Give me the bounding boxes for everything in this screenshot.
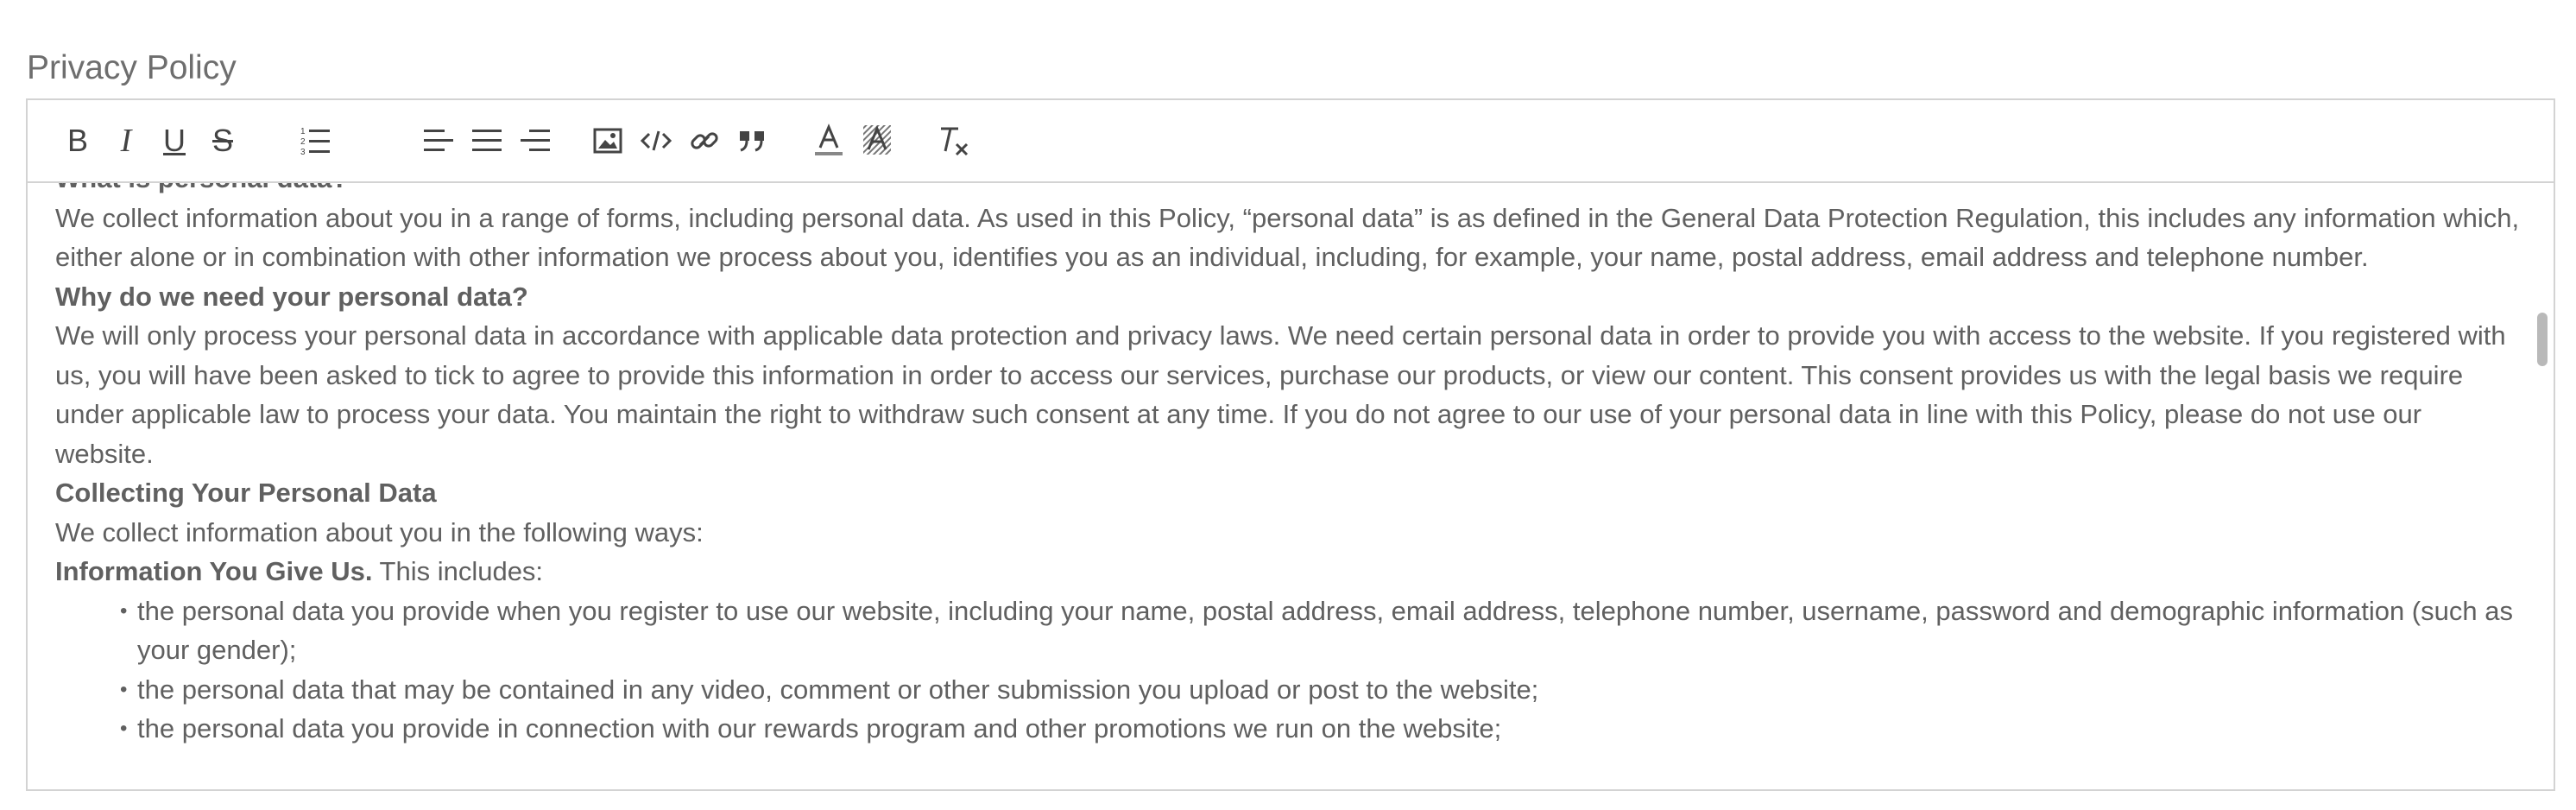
align-right-icon — [521, 130, 550, 151]
code-button[interactable] — [635, 119, 677, 162]
underline-button[interactable]: U — [154, 119, 195, 162]
list-item: the personal data you provide when you r… — [120, 592, 2524, 670]
paragraph: We collect information about you in the … — [55, 516, 704, 547]
text-color-icon — [815, 123, 843, 155]
image-button[interactable] — [587, 119, 628, 162]
strikethrough-button[interactable]: S — [202, 119, 243, 162]
lead-text: This includes: — [372, 556, 544, 586]
svg-text:2: 2 — [300, 137, 306, 147]
image-icon — [593, 128, 622, 154]
list-item: the personal data you provide in connect… — [120, 709, 2524, 749]
text-color-button[interactable] — [808, 119, 849, 162]
bold-button[interactable]: B — [57, 119, 98, 162]
vertical-scrollbar[interactable] — [2531, 183, 2554, 789]
field-label: Privacy Policy — [27, 49, 237, 86]
bold-lead: Information You Give Us. — [55, 556, 373, 586]
paragraph: Information You Give Us. This includes: — [55, 552, 2524, 592]
align-right-button[interactable] — [515, 119, 556, 162]
svg-text:1: 1 — [300, 127, 306, 136]
ordered-list-icon: 1 2 3 — [300, 127, 330, 156]
scrollbar-thumb[interactable] — [2537, 313, 2548, 366]
ordered-list-button[interactable]: 1 2 3 — [295, 119, 337, 162]
align-left-button[interactable] — [418, 119, 459, 162]
section-heading: Why do we need your personal data? — [55, 281, 528, 312]
code-icon — [640, 130, 672, 151]
section-heading: Collecting Your Personal Data — [55, 478, 437, 508]
align-left-icon — [424, 130, 453, 151]
editor-toolbar: B I U S 1 2 3 — [28, 100, 2554, 183]
align-center-icon — [472, 130, 502, 151]
underline-icon: U — [163, 123, 186, 158]
section-heading: What is personal data? — [55, 183, 2524, 199]
background-color-button[interactable] — [856, 119, 898, 162]
editor-content[interactable]: What is personal data? We collect inform… — [28, 183, 2531, 789]
italic-button[interactable]: I — [105, 119, 147, 162]
bullet-list: the personal data you provide when you r… — [55, 592, 2524, 749]
clear-format-icon — [941, 127, 969, 156]
link-button[interactable] — [684, 119, 725, 162]
paragraph: We will only process your personal data … — [55, 320, 2506, 469]
blockquote-button[interactable] — [732, 119, 773, 162]
link-icon — [691, 132, 718, 149]
clear-formatting-button[interactable] — [932, 119, 974, 162]
italic-icon: I — [120, 123, 132, 159]
bold-icon: B — [66, 123, 88, 158]
highlight-color-icon — [863, 125, 891, 155]
svg-text:3: 3 — [300, 148, 306, 156]
list-item: the personal data that may be contained … — [120, 670, 2524, 710]
paragraph: We collect information about you in a ra… — [55, 202, 2520, 273]
strikethrough-icon: S — [212, 123, 233, 158]
align-center-button[interactable] — [466, 119, 508, 162]
quote-icon — [740, 131, 764, 152]
rich-text-editor[interactable]: B I U S 1 2 3 We collect information abo… — [26, 98, 2555, 791]
